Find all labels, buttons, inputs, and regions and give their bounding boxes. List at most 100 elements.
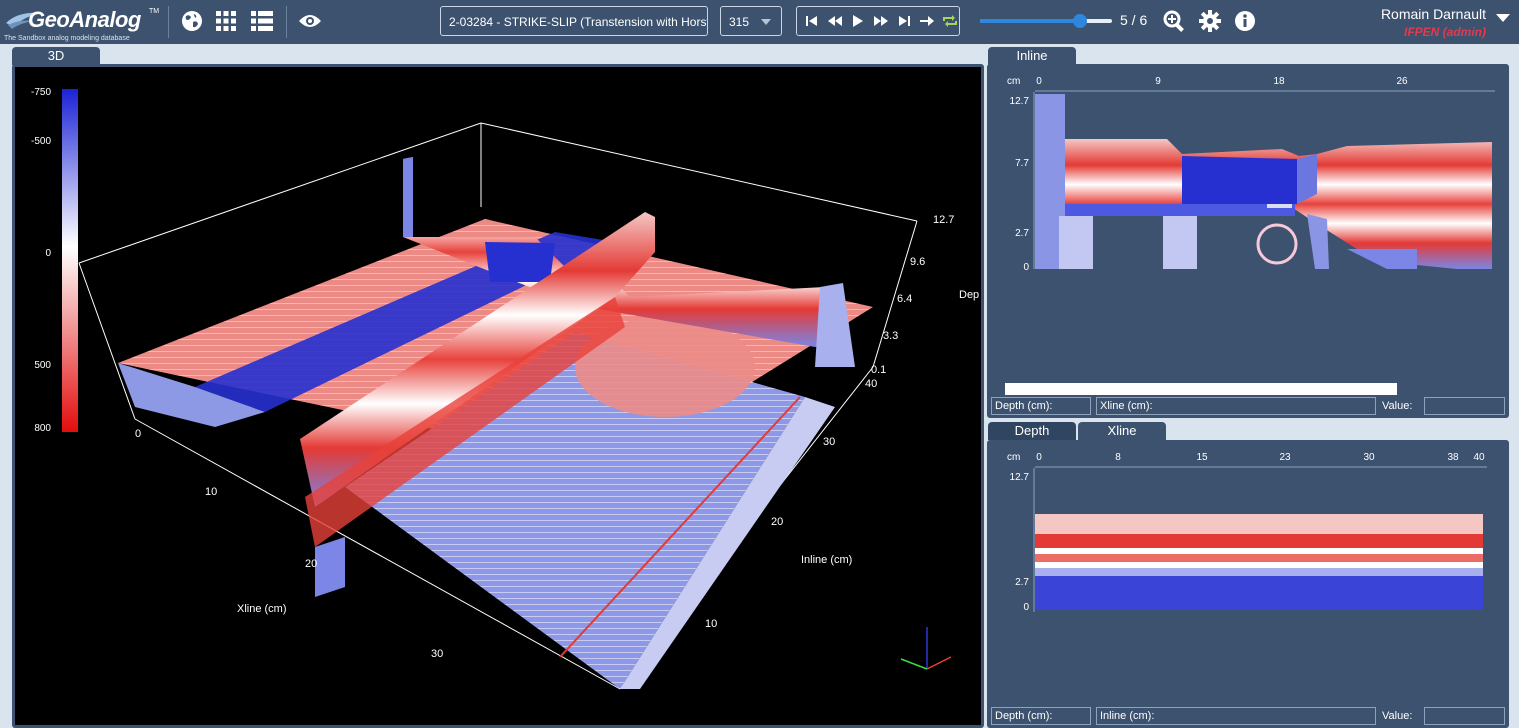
inline-top-tick: 26: [1396, 76, 1408, 87]
tab-depth[interactable]: Depth: [988, 422, 1076, 440]
frame-slider[interactable]: [980, 14, 1112, 28]
xline-top-tick: 15: [1196, 452, 1208, 463]
frame-slider-fill: [980, 19, 1081, 23]
inline-left-tick: 7.7: [1015, 158, 1029, 169]
tab-inline[interactable]: Inline: [988, 47, 1076, 65]
xline-value-label: Value:: [1382, 710, 1413, 722]
inline-section-edge: [403, 157, 413, 237]
inline-tick: 10: [705, 618, 717, 630]
inline-value-label: Value:: [1382, 400, 1413, 412]
inline-tick: 20: [771, 516, 783, 528]
play-icon[interactable]: [849, 11, 868, 31]
inline-graben: [485, 242, 555, 282]
toolbar-divider: [168, 6, 169, 38]
arrow-right-icon[interactable]: [917, 11, 936, 31]
xline-top-tick: 30: [1363, 452, 1375, 463]
grid-icon[interactable]: [214, 9, 238, 33]
model-select[interactable]: 2-03284 - STRIKE-SLIP (Transtension with…: [440, 6, 708, 36]
xline-section-edge: [315, 537, 345, 597]
xline-left-tick: 2.7: [1015, 577, 1029, 588]
xline-depth-field: Depth (cm):: [991, 707, 1091, 725]
geoanalog-logo[interactable]: GeoAnalog TM The Sandbox analog modeling…: [4, 3, 164, 43]
playback-controls: [796, 6, 960, 36]
inline-section-right-edge: [815, 283, 855, 367]
xline-tick: 10: [205, 486, 217, 498]
xline-left-tick: 0: [1023, 602, 1029, 613]
xline-unit-label: cm: [1007, 452, 1020, 463]
rewind-icon[interactable]: [826, 11, 845, 31]
top-bar: GeoAnalog TM The Sandbox analog modeling…: [0, 0, 1519, 44]
inline-panel: cm 0 9 18 26 12.7 7.7 2.7 0 Depth (cm): …: [987, 64, 1509, 418]
depth-axis-label: Dep: [959, 289, 979, 301]
xline-inline-field: Inline (cm):: [1096, 707, 1376, 725]
eye-icon[interactable]: [298, 9, 322, 33]
xline-top-tick: 0: [1036, 452, 1042, 463]
inline-top-tick: 9: [1155, 76, 1161, 87]
slice-select-value: 315: [729, 15, 750, 29]
model-select-value: 2-03284 - STRIKE-SLIP (Transtension with…: [449, 15, 708, 29]
inline-left-tick: 2.7: [1015, 228, 1029, 239]
gear-icon[interactable]: [1198, 9, 1222, 33]
logo-trademark: TM: [149, 8, 160, 15]
xline-top-tick: 38: [1447, 452, 1459, 463]
tab-xline[interactable]: Xline: [1078, 422, 1166, 440]
inline-value-field: [1424, 397, 1505, 415]
loop-icon[interactable]: [940, 11, 959, 31]
xline-tick: 0: [135, 428, 141, 440]
toolbar-divider: [286, 6, 287, 38]
xline-panel: cm 0 8 15 23 30 38 40 12.7 2.7 0 Depth (…: [987, 440, 1509, 728]
tab-3d[interactable]: 3D: [12, 47, 100, 65]
xline-top-tick: 23: [1279, 452, 1291, 463]
first-frame-icon[interactable]: [803, 11, 822, 31]
depth-tick: 3.3: [883, 330, 898, 342]
logo-subtitle: The Sandbox analog modeling database: [4, 35, 130, 42]
xline-tick: 20: [305, 558, 317, 570]
inline-top-tick: 18: [1273, 76, 1285, 87]
frame-slider-handle[interactable]: [1073, 14, 1088, 28]
inline-depth-field: Depth (cm):: [991, 397, 1091, 415]
xline-left-tick: 12.7: [1010, 472, 1030, 483]
inline-unit-label: cm: [1007, 76, 1020, 87]
inline-top-tick: 0: [1036, 76, 1042, 87]
user-name: Romain Darnault: [1380, 6, 1486, 22]
last-frame-icon[interactable]: [894, 11, 913, 31]
depth-tick: 6.4: [897, 293, 912, 305]
user-info[interactable]: Romain Darnault IFPEN (admin): [1350, 6, 1486, 39]
inline-left-tick: 0: [1023, 262, 1029, 273]
xline-section-image: [1035, 514, 1483, 610]
orientation-triad-icon: [900, 627, 952, 670]
zoom-icon[interactable]: [1162, 9, 1186, 33]
inline-tick: 40: [865, 378, 877, 390]
slice-select[interactable]: 315: [720, 6, 782, 36]
colorbar-tick: 0: [45, 248, 51, 259]
depth-tick: 9.6: [910, 256, 925, 268]
colorbar-tick: 500: [34, 360, 51, 371]
colorbar-tick: -750: [31, 87, 51, 98]
colorbar-tick: -500: [31, 136, 51, 147]
xline-value-field: [1424, 707, 1505, 725]
xline-axis-label: Xline (cm): [237, 603, 287, 615]
list-icon[interactable]: [250, 9, 274, 33]
globe-icon[interactable]: [180, 9, 204, 33]
view-3d-canvas[interactable]: -750 -500 0 500 800 12.7 9.6 6.4 3.3 0.1…: [15, 67, 981, 725]
info-icon[interactable]: [1233, 9, 1257, 33]
fast-forward-icon[interactable]: [872, 11, 891, 31]
xline-tick: 30: [431, 648, 443, 660]
frame-counter: 5 / 6: [1120, 12, 1148, 28]
xline-top-tick: 40: [1473, 452, 1485, 463]
user-role: IFPEN (admin): [1403, 25, 1486, 39]
inline-xline-field: Xline (cm):: [1096, 397, 1376, 415]
inline-horizontal-scrollbar[interactable]: [1005, 383, 1397, 395]
logo-title: GeoAnalog: [28, 7, 141, 32]
colorbar: [62, 89, 78, 432]
inline-section-image: [1035, 94, 1492, 269]
depth-tick: 0.1: [871, 364, 886, 376]
view-3d-panel: -750 -500 0 500 800 12.7 9.6 6.4 3.3 0.1…: [12, 64, 984, 728]
xline-top-tick: 8: [1115, 452, 1121, 463]
chevron-down-icon: [761, 19, 771, 25]
inline-tick: 30: [823, 436, 835, 448]
colorbar-tick: 800: [34, 423, 51, 434]
inline-axis-label: Inline (cm): [801, 554, 852, 566]
depth-tick: 12.7: [933, 214, 954, 226]
user-menu-chevron-icon[interactable]: [1496, 14, 1510, 22]
